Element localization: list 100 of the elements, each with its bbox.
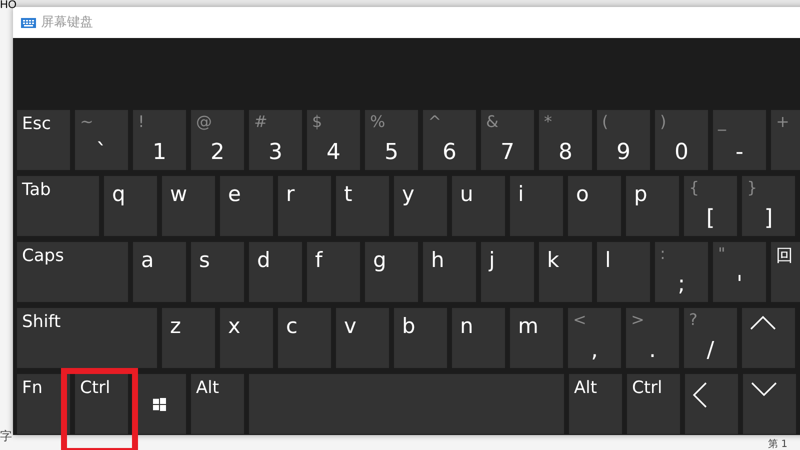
shift-symbol: { <box>689 178 700 198</box>
key-symbol: 5 <box>384 140 398 166</box>
key[interactable]: } ] <box>742 176 795 236</box>
key[interactable]: e <box>220 176 273 236</box>
key[interactable]: & 7 <box>481 110 534 170</box>
windows-logo-icon <box>153 398 166 410</box>
key[interactable]: + <box>771 110 800 170</box>
key[interactable]: m <box>510 308 563 368</box>
background-text: 第 1 <box>768 439 788 450</box>
key[interactable]: Alt <box>569 374 622 434</box>
key[interactable]: p <box>626 176 679 236</box>
key-symbol: 2 <box>210 140 224 166</box>
key[interactable]: i <box>510 176 563 236</box>
key[interactable]: % 5 <box>365 110 418 170</box>
key[interactable]: ) 0 <box>655 110 708 170</box>
key-symbol: ` <box>96 140 107 166</box>
shift-symbol: : <box>660 244 666 264</box>
key[interactable]: n <box>452 308 505 368</box>
key-symbol: ' <box>736 272 743 298</box>
key[interactable]: h <box>423 242 476 302</box>
key-symbol: 0 <box>674 140 688 166</box>
key[interactable]: $ 4 <box>307 110 360 170</box>
key[interactable]: _ - <box>713 110 766 170</box>
key[interactable]: t <box>336 176 389 236</box>
key-symbol: 7 <box>500 140 514 166</box>
shift-symbol: & <box>486 112 498 132</box>
key[interactable]: Ctrl <box>627 374 680 434</box>
key[interactable]: @ 2 <box>191 110 244 170</box>
key[interactable]: x <box>220 308 273 368</box>
key[interactable]: Alt <box>191 374 244 434</box>
key[interactable]: w <box>162 176 215 236</box>
key[interactable]: u <box>452 176 505 236</box>
key-symbol: / <box>706 338 714 364</box>
key[interactable]: z <box>162 308 215 368</box>
shift-symbol: ^ <box>428 112 442 132</box>
shift-symbol: ( <box>602 112 608 132</box>
key[interactable]: : ; <box>655 242 708 302</box>
key[interactable]: # 3 <box>249 110 302 170</box>
key[interactable]: ! 1 <box>133 110 186 170</box>
shift-symbol: ) <box>660 112 666 132</box>
arrow-key[interactable] <box>685 374 738 434</box>
key[interactable]: b <box>394 308 447 368</box>
key-symbol: ; <box>678 272 686 298</box>
key[interactable]: y <box>394 176 447 236</box>
shift-symbol: # <box>254 112 268 132</box>
key[interactable]: r <box>278 176 331 236</box>
shift-symbol: > <box>631 310 644 330</box>
shift-symbol: @ <box>196 112 212 132</box>
key[interactable]: { [ <box>684 176 737 236</box>
arrow-key[interactable] <box>743 374 796 434</box>
shift-symbol: " <box>718 244 726 264</box>
shift-symbol: ? <box>689 310 698 330</box>
keyboard-icon <box>21 18 36 28</box>
key-symbol: 6 <box>442 140 456 166</box>
key[interactable]: ^ 6 <box>423 110 476 170</box>
chevron-icon <box>693 382 707 408</box>
key[interactable]: l <box>597 242 650 302</box>
key[interactable]: Caps <box>17 242 128 302</box>
key[interactable]: g <box>365 242 418 302</box>
shift-symbol: * <box>544 112 552 132</box>
key[interactable]: Esc <box>17 110 70 170</box>
shift-symbol: ! <box>138 112 144 132</box>
window-title: 屏幕键盘 <box>41 14 93 32</box>
key-symbol: , <box>591 338 598 364</box>
key[interactable]: " ' <box>713 242 766 302</box>
key[interactable]: v <box>336 308 389 368</box>
key[interactable]: ? / <box>684 308 737 368</box>
key[interactable]: Tab <box>17 176 99 236</box>
key[interactable]: d <box>249 242 302 302</box>
key[interactable]: < , <box>568 308 621 368</box>
key-symbol: 8 <box>558 140 572 166</box>
shift-symbol: $ <box>312 112 322 132</box>
shift-symbol: _ <box>718 112 726 132</box>
key[interactable]: Shift <box>17 308 157 368</box>
shift-symbol: ~ <box>80 112 94 132</box>
key[interactable]: Ctrl <box>75 374 128 434</box>
key[interactable]: o <box>568 176 621 236</box>
arrow-key[interactable] <box>742 308 795 368</box>
key-symbol: 4 <box>326 140 340 166</box>
key[interactable]: ~ ` <box>75 110 128 170</box>
key[interactable]: * 8 <box>539 110 592 170</box>
background-text: HO <box>0 0 16 11</box>
key[interactable]: c <box>278 308 331 368</box>
key-symbol: 3 <box>268 140 282 166</box>
key[interactable]: q <box>104 176 157 236</box>
key[interactable]: k <box>539 242 592 302</box>
key[interactable]: f <box>307 242 360 302</box>
key[interactable]: 回 <box>771 242 800 302</box>
background-text: 字 <box>0 429 12 443</box>
shift-symbol: + <box>776 112 790 132</box>
key[interactable]: > . <box>626 308 679 368</box>
key[interactable]: s <box>191 242 244 302</box>
key[interactable]: j <box>481 242 534 302</box>
shift-symbol: } <box>747 178 758 198</box>
chevron-icon <box>751 382 777 396</box>
shift-symbol: % <box>370 112 386 132</box>
key[interactable]: a <box>133 242 186 302</box>
key[interactable]: ( 9 <box>597 110 650 170</box>
key-symbol: 1 <box>152 140 166 166</box>
space-key[interactable] <box>249 374 564 434</box>
